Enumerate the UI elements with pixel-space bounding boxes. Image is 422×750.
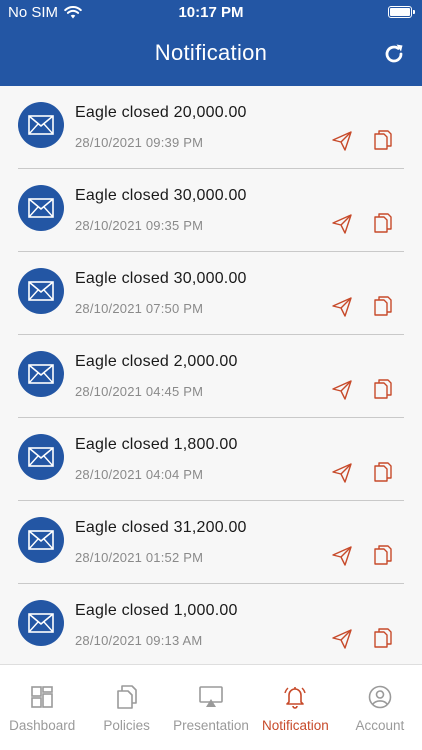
notification-title: Eagle closed 20,000.00 (75, 104, 247, 121)
notification-item[interactable]: Eagle closed 31,200.00 28/10/2021 01:52 … (18, 501, 404, 584)
mail-icon (18, 517, 64, 563)
send-icon[interactable] (332, 463, 352, 483)
notification-item[interactable]: Eagle closed 30,000.00 28/10/2021 07:50 … (18, 252, 404, 335)
notification-item[interactable]: Eagle closed 20,000.00 28/10/2021 09:39 … (18, 86, 404, 169)
tab-label: Dashboard (9, 718, 76, 733)
mail-icon (18, 351, 64, 397)
page-title: Notification (154, 40, 268, 65)
bell-icon (283, 665, 307, 709)
tab-policies[interactable]: Policies (84, 665, 168, 750)
tab-label: Notification (262, 718, 329, 733)
tab-label: Policies (103, 718, 150, 733)
tab-notification[interactable]: Notification (253, 665, 337, 750)
notification-list[interactable]: Eagle closed 20,000.00 28/10/2021 09:39 … (0, 86, 422, 664)
notification-item[interactable]: Eagle closed 1,800.00 28/10/2021 04:04 P… (18, 418, 404, 501)
presentation-icon (199, 665, 223, 709)
tab-account[interactable]: Account (338, 665, 422, 750)
mail-icon (18, 102, 64, 148)
notification-title: Eagle closed 1,000.00 (75, 602, 238, 619)
mail-icon (18, 185, 64, 231)
notification-item[interactable]: Eagle closed 2,000.00 28/10/2021 04:45 P… (18, 335, 404, 418)
copy-icon[interactable] (374, 296, 392, 316)
copy-icon[interactable] (374, 130, 392, 150)
tab-bar: Dashboard Policies Presentation Notifica… (0, 664, 422, 750)
notification-title: Eagle closed 1,800.00 (75, 436, 238, 453)
status-bar: No SIM 10:17 PM (0, 0, 422, 26)
mail-icon (18, 268, 64, 314)
notification-time: 28/10/2021 04:04 PM (75, 467, 204, 482)
notification-title: Eagle closed 2,000.00 (75, 353, 238, 370)
mail-icon (18, 434, 64, 480)
notification-item[interactable]: Eagle closed 30,000.00 28/10/2021 09:35 … (18, 169, 404, 252)
notification-time: 28/10/2021 01:52 PM (75, 550, 204, 565)
copy-icon[interactable] (374, 213, 392, 233)
notification-title: Eagle closed 30,000.00 (75, 187, 247, 204)
send-icon[interactable] (332, 214, 352, 234)
copy-icon[interactable] (374, 462, 392, 482)
copy-icon[interactable] (374, 379, 392, 399)
tab-presentation[interactable]: Presentation (169, 665, 253, 750)
tab-label: Account (355, 718, 405, 733)
account-icon (368, 665, 392, 709)
status-time: 10:17 PM (178, 4, 244, 21)
copy-icon[interactable] (374, 628, 392, 648)
app-header: No SIM 10:17 PM Notification (0, 0, 422, 86)
refresh-icon[interactable] (382, 42, 406, 66)
notification-title: Eagle closed 31,200.00 (75, 519, 247, 536)
battery-icon (388, 6, 415, 18)
send-icon[interactable] (332, 131, 352, 151)
dashboard-icon (30, 665, 54, 709)
notification-time: 28/10/2021 07:50 PM (75, 301, 204, 316)
copy-icon[interactable] (374, 545, 392, 565)
notification-time: 28/10/2021 09:13 AM (75, 633, 203, 648)
tab-label: Presentation (173, 718, 249, 733)
send-icon[interactable] (332, 546, 352, 566)
tab-dashboard[interactable]: Dashboard (0, 665, 84, 750)
notification-item[interactable]: Eagle closed 1,000.00 28/10/2021 09:13 A… (18, 584, 404, 664)
notification-time: 28/10/2021 04:45 PM (75, 384, 204, 399)
send-icon[interactable] (332, 380, 352, 400)
send-icon[interactable] (332, 297, 352, 317)
notification-time: 28/10/2021 09:35 PM (75, 218, 204, 233)
send-icon[interactable] (332, 629, 352, 649)
mail-icon (18, 600, 64, 646)
notification-time: 28/10/2021 09:39 PM (75, 135, 204, 150)
policies-icon (115, 665, 139, 709)
notification-title: Eagle closed 30,000.00 (75, 270, 247, 287)
